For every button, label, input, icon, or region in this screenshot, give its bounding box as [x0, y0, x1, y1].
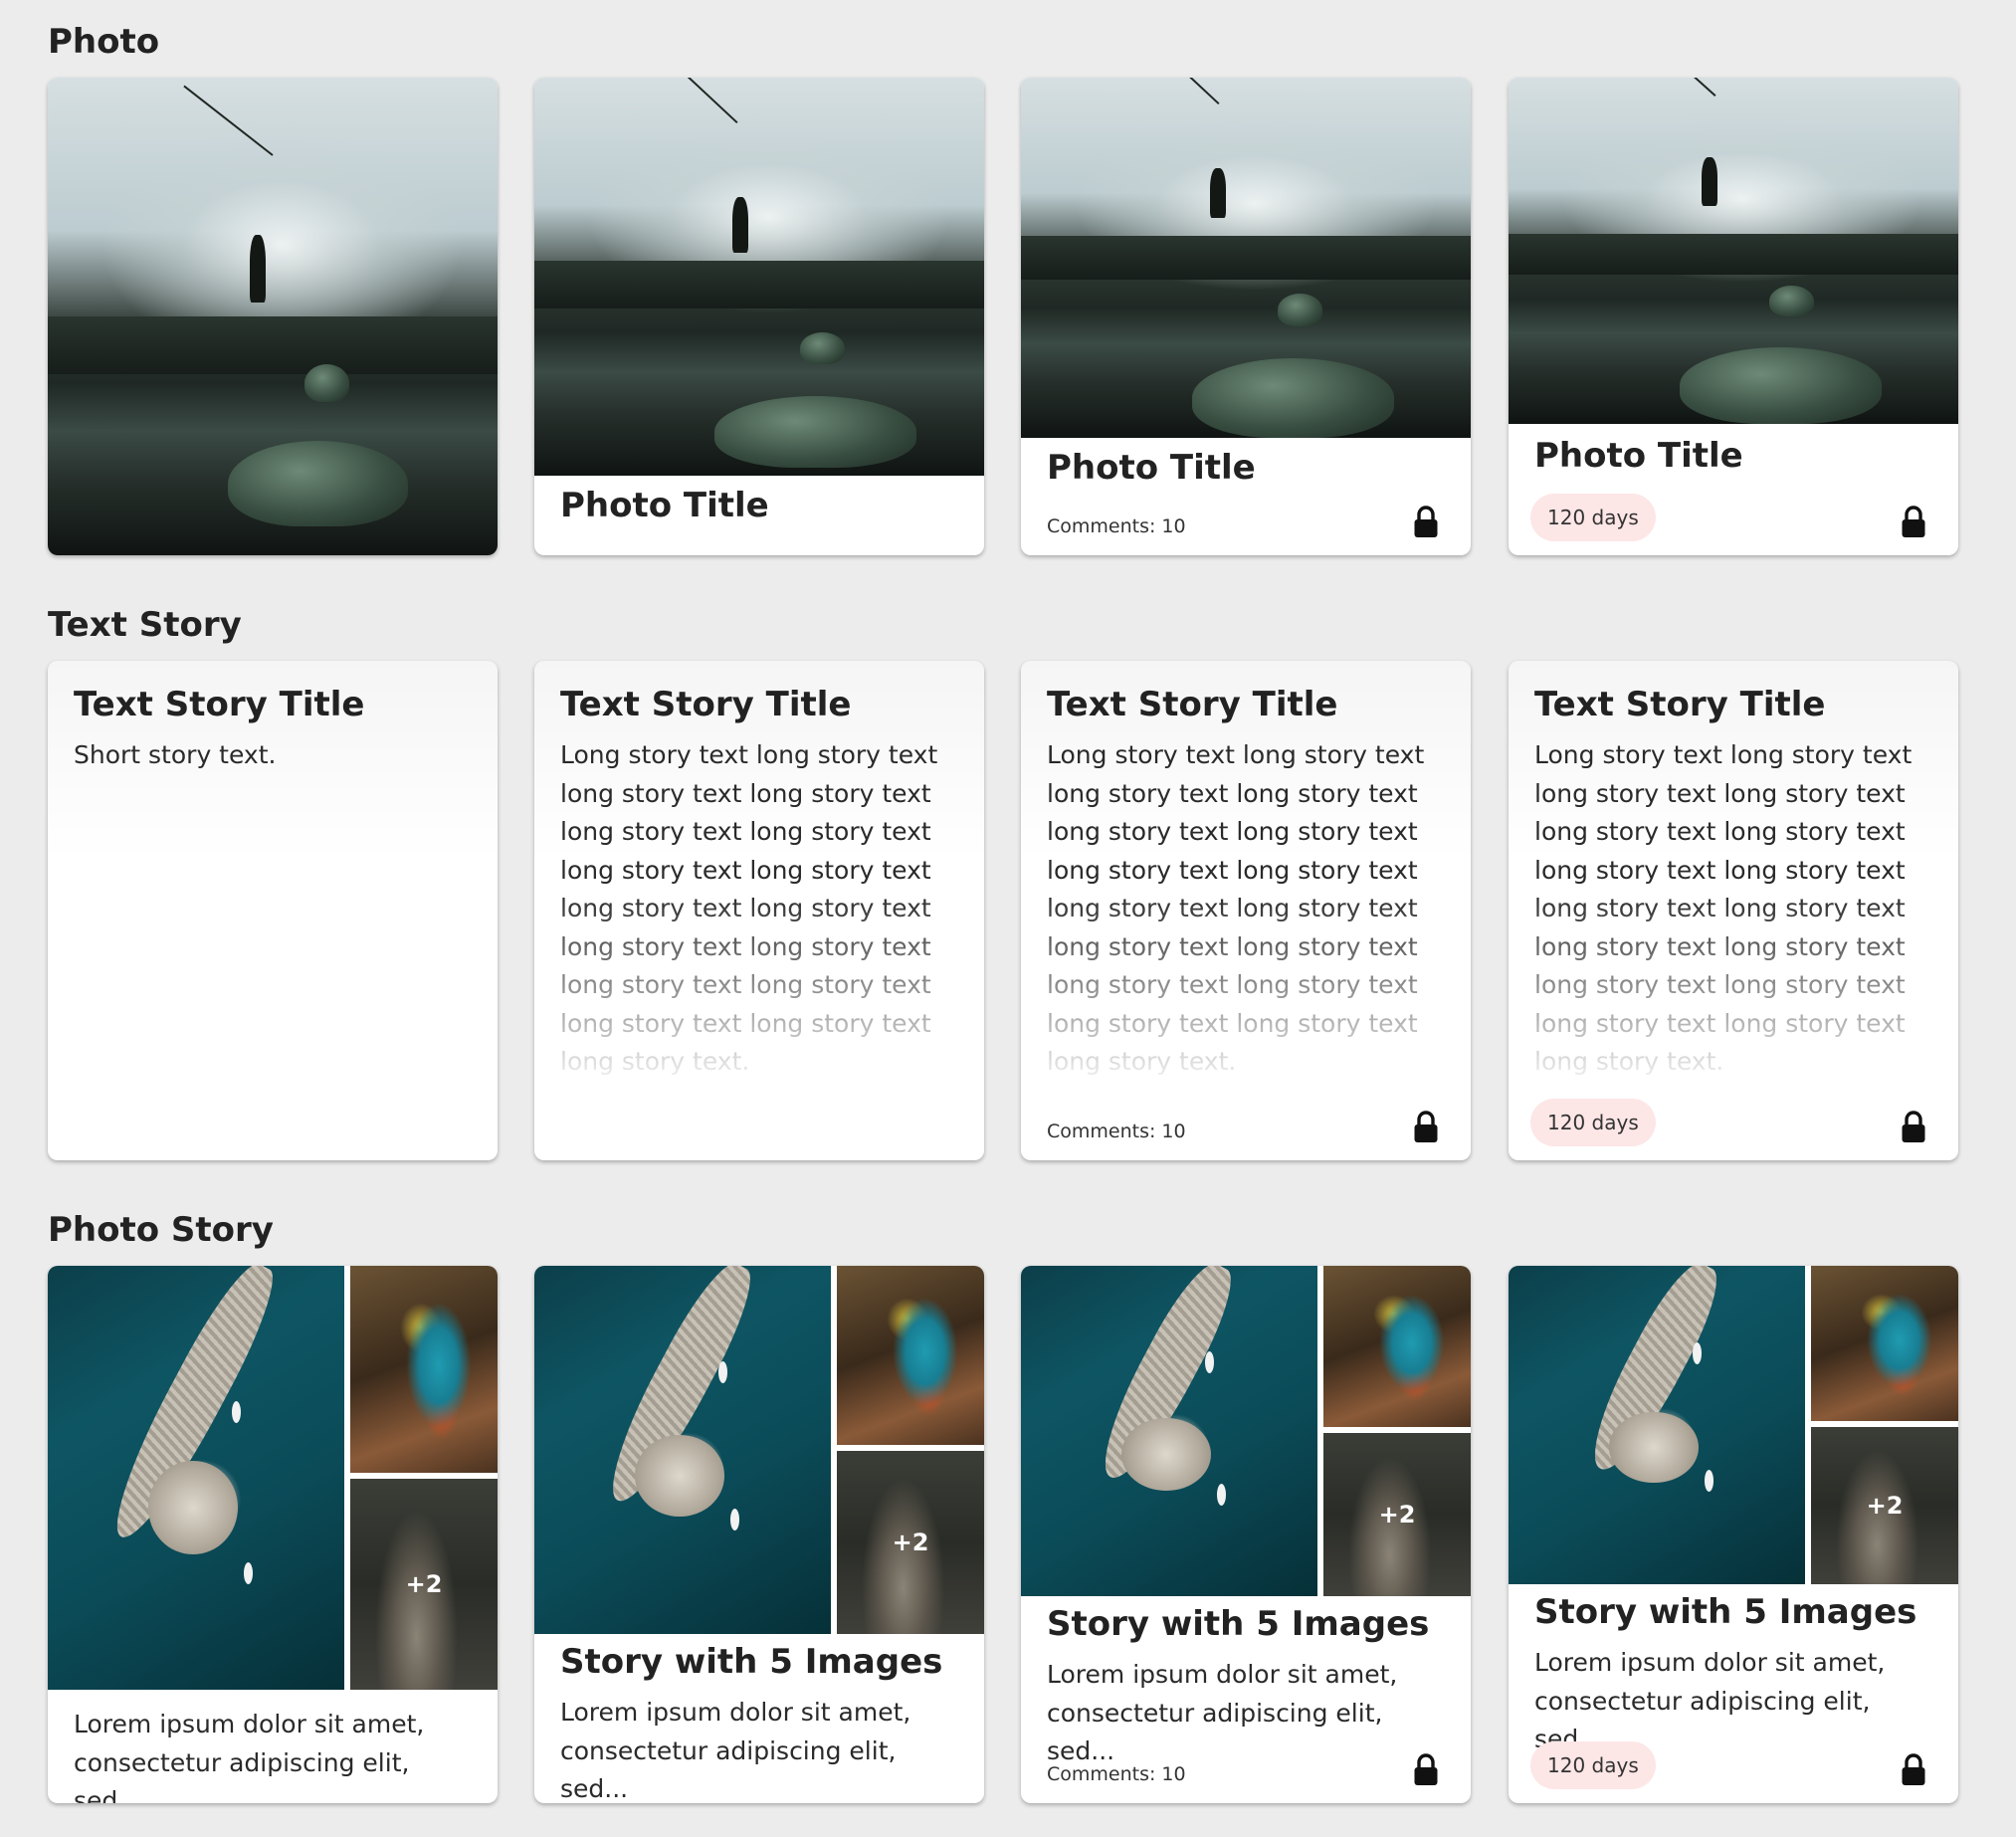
- text-story-body: Long story text long story text long sto…: [560, 740, 938, 1076]
- text-story-card-comments[interactable]: Text Story Title Long story text long st…: [1021, 661, 1471, 1160]
- story-thumbnail-image: [1811, 1266, 1958, 1421]
- story-title: Story with 5 Images: [560, 1642, 943, 1682]
- story-thumbnail-image: [1323, 1266, 1471, 1427]
- story-thumbnail-image: +2: [350, 1479, 498, 1690]
- expiry-badge: 120 days: [1530, 1741, 1656, 1789]
- lock-icon: [1901, 1111, 1926, 1144]
- story-description: Lorem ipsum dolor sit amet, consectetur …: [1047, 1660, 1398, 1765]
- story-thumbnail-image: +2: [1811, 1427, 1958, 1584]
- story-description: Lorem ipsum dolor sit amet, consectetur …: [74, 1710, 425, 1803]
- photo-image: [1021, 78, 1471, 438]
- story-thumbnail-image: +2: [837, 1451, 984, 1634]
- text-story-body: Long story text long story text long sto…: [1047, 740, 1425, 1076]
- photo-image: [534, 78, 984, 476]
- more-images-count[interactable]: +2: [1323, 1501, 1471, 1529]
- story-title: Story with 5 Images: [1047, 1604, 1430, 1644]
- story-main-image: [1509, 1266, 1805, 1584]
- section-title-photo: Photo: [48, 22, 160, 62]
- photo-card-image-only[interactable]: [48, 78, 498, 555]
- story-thumbnail-image: [837, 1266, 984, 1445]
- photo-card-title-text: Photo Title: [1534, 436, 1743, 476]
- comments-count[interactable]: Comments: 10: [1047, 515, 1186, 537]
- story-main-image: [48, 1266, 344, 1690]
- story-main-image: [1021, 1266, 1317, 1596]
- photo-card-comments[interactable]: Photo Title Comments: 10: [1021, 78, 1471, 555]
- photo-story-card[interactable]: +2 Story with 5 Images Lorem ipsum dolor…: [1021, 1266, 1471, 1803]
- lock-icon: [1901, 506, 1926, 539]
- text-story-title: Text Story Title: [74, 685, 365, 724]
- expiry-badge: 120 days: [1530, 494, 1656, 541]
- comments-count[interactable]: Comments: 10: [1047, 1763, 1186, 1785]
- text-story-card-long[interactable]: Text Story Title Long story text long st…: [534, 661, 984, 1160]
- photo-image: [48, 78, 498, 555]
- story-description: Lorem ipsum dolor sit amet, consectetur …: [560, 1698, 911, 1803]
- more-images-count[interactable]: +2: [350, 1570, 498, 1598]
- text-story-card-badge[interactable]: Text Story Title Long story text long st…: [1509, 661, 1958, 1160]
- photo-card-title[interactable]: Photo Title: [534, 78, 984, 555]
- text-story-card-short[interactable]: Text Story Title Short story text.: [48, 661, 498, 1160]
- lock-icon: [1901, 1753, 1926, 1787]
- lock-icon: [1413, 1753, 1439, 1787]
- section-title-photo-story: Photo Story: [48, 1210, 274, 1250]
- lock-icon: [1413, 506, 1439, 539]
- text-story-title: Text Story Title: [560, 685, 852, 724]
- more-images-count[interactable]: +2: [1811, 1492, 1958, 1520]
- story-thumbnail-image: [350, 1266, 498, 1473]
- story-title: Story with 5 Images: [1534, 1592, 1917, 1632]
- photo-story-card[interactable]: +2 Lorem ipsum dolor sit amet, consectet…: [48, 1266, 498, 1803]
- comments-count[interactable]: Comments: 10: [1047, 1121, 1186, 1142]
- lock-icon: [1413, 1111, 1439, 1144]
- story-main-image: [534, 1266, 831, 1634]
- expiry-badge: 120 days: [1530, 1099, 1656, 1146]
- text-story-title: Text Story Title: [1534, 685, 1826, 724]
- photo-story-card[interactable]: +2 Story with 5 Images Lorem ipsum dolor…: [1509, 1266, 1958, 1803]
- photo-story-card[interactable]: +2 Story with 5 Images Lorem ipsum dolor…: [534, 1266, 984, 1803]
- photo-image: [1509, 78, 1958, 424]
- photo-card-badge[interactable]: Photo Title 120 days: [1509, 78, 1958, 555]
- photo-card-title-text: Photo Title: [1047, 448, 1256, 488]
- more-images-count[interactable]: +2: [837, 1529, 984, 1556]
- photo-card-title-text: Photo Title: [560, 486, 769, 525]
- text-story-body: Short story text.: [74, 740, 277, 769]
- story-thumbnail-image: +2: [1323, 1433, 1471, 1596]
- text-story-title: Text Story Title: [1047, 685, 1338, 724]
- text-story-body: Long story text long story text long sto…: [1534, 740, 1913, 1076]
- section-title-text-story: Text Story: [48, 605, 242, 645]
